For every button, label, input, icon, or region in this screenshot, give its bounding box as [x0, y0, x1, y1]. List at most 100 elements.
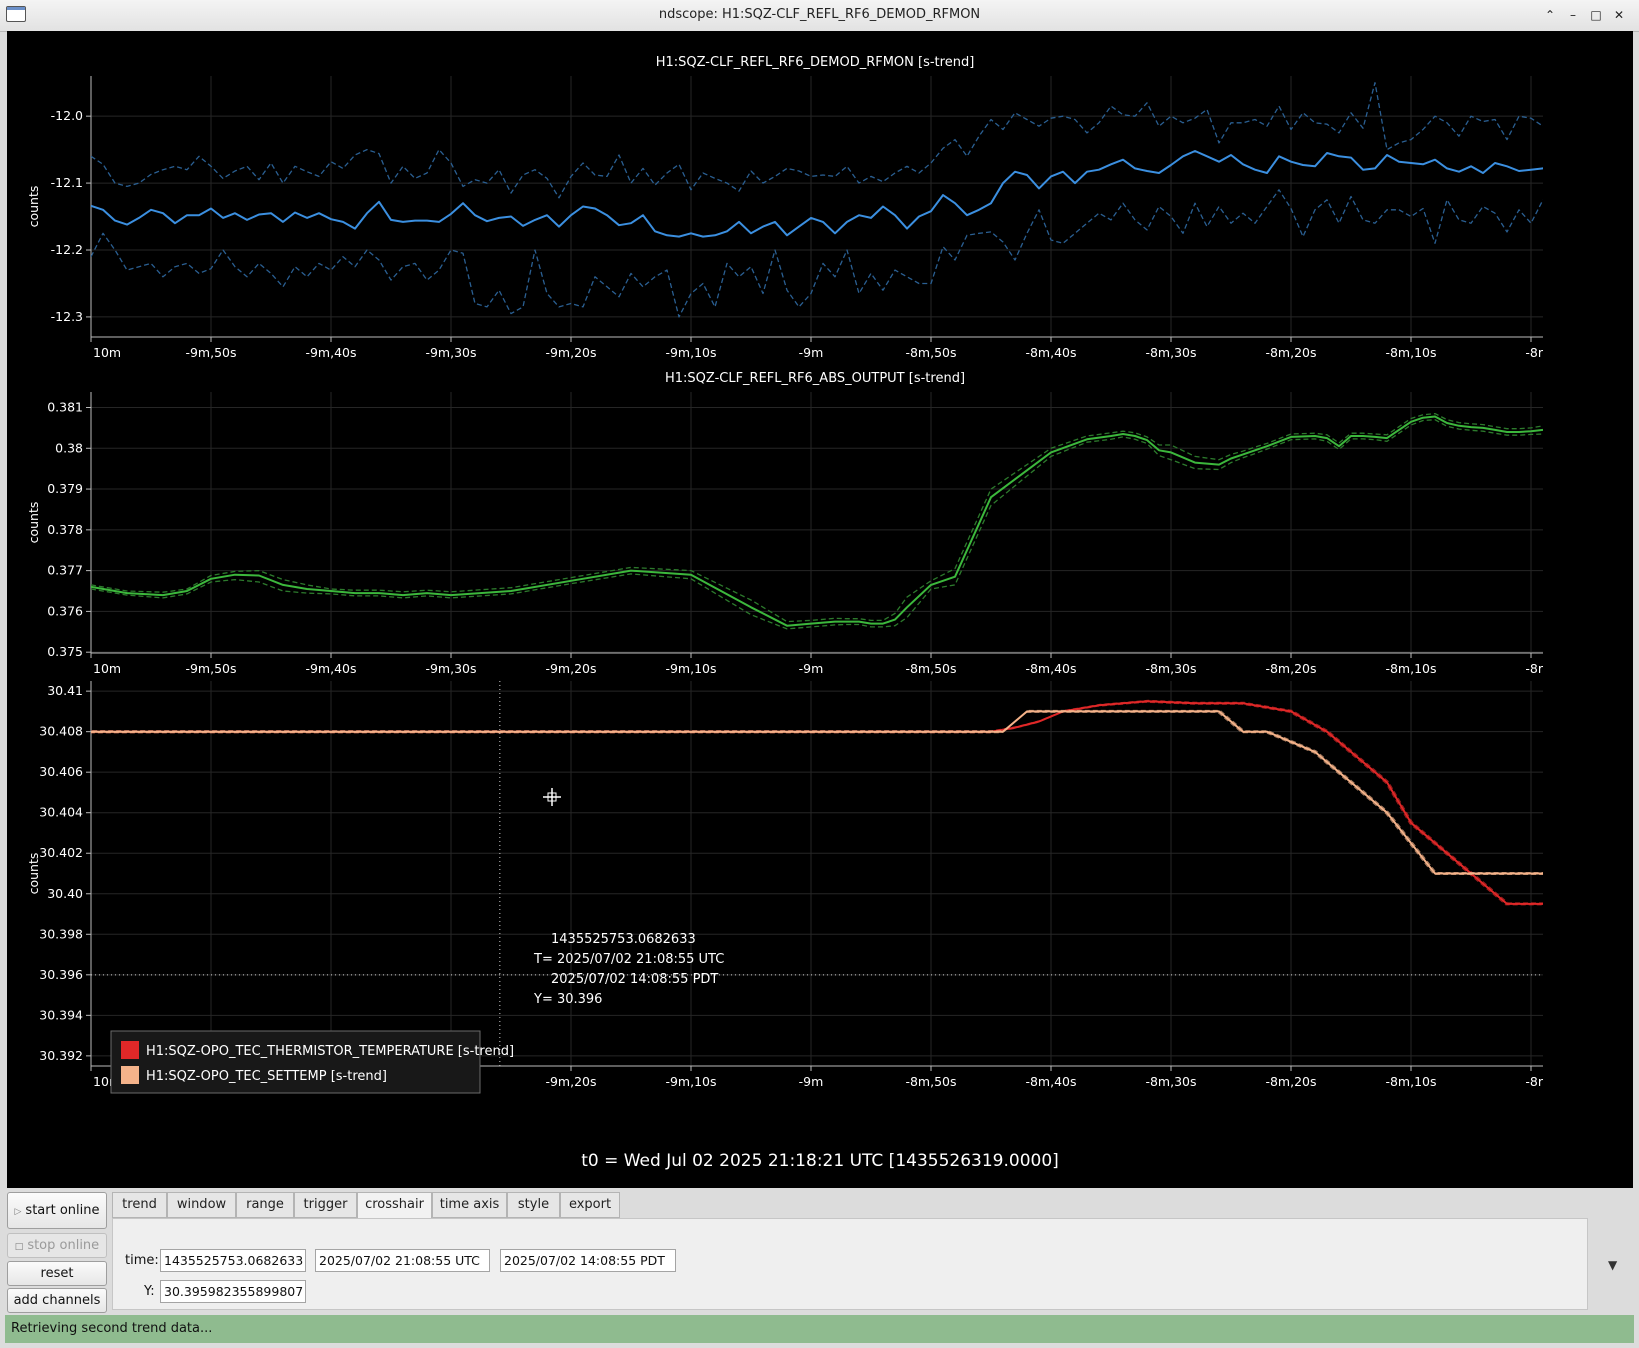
- x-tick-label: 10m: [93, 661, 121, 676]
- tab-style[interactable]: style: [507, 1192, 560, 1218]
- plot-area[interactable]: H1:SQZ-CLF_REFL_RF6_DEMOD_RFMON [s-trend…: [7, 31, 1633, 1188]
- x-tick-label: -8m,10s: [1385, 1074, 1436, 1089]
- x-tick-label: -9m,20s: [545, 345, 596, 360]
- series-line-thermistor-envelope: [92, 699, 1543, 904]
- y-tick-label: 30.396: [39, 967, 83, 982]
- x-tick-label: -8m,50s: [905, 345, 956, 360]
- legend[interactable]: H1:SQZ-OPO_TEC_THERMISTOR_TEMPERATURE [s…: [110, 1030, 514, 1094]
- x-tick-label: -8m,10s: [1385, 345, 1436, 360]
- plot-panel-opo-tec[interactable]: 10m-9m,50s-9m,40s-9m,30s-9m,20s-9m,10s-9…: [26, 681, 1633, 1089]
- x-tick-label: -9m,10s: [665, 345, 716, 360]
- crosshair-y-text: Y= 30.396: [533, 992, 602, 1007]
- add-channels-button[interactable]: add channels: [7, 1288, 107, 1313]
- window-titlebar: ndscope: H1:SQZ-CLF_REFL_RF6_DEMOD_RFMON…: [0, 0, 1639, 32]
- x-tick-label: -8m,40s: [1025, 661, 1076, 676]
- tab-trigger[interactable]: trigger: [294, 1192, 357, 1218]
- x-tick-label: -9m: [799, 661, 824, 676]
- x-tick-label: -9m,40s: [305, 345, 356, 360]
- series-line-settemp-envelope: [91, 711, 1543, 875]
- x-tick-label: -9m: [799, 1074, 824, 1089]
- y-tick-label: 30.408: [39, 724, 83, 739]
- maximize-icon[interactable]: □: [1586, 5, 1606, 25]
- x-tick-label: -8r: [1525, 1074, 1543, 1089]
- y-tick-label: 30.406: [39, 764, 83, 779]
- tab-trend[interactable]: trend: [112, 1192, 167, 1218]
- time-label: time:: [125, 1253, 159, 1268]
- close-icon[interactable]: ✕: [1609, 5, 1629, 25]
- x-tick-label: -9m,50s: [185, 345, 236, 360]
- move-cursor-icon: [543, 788, 561, 806]
- series-line-min: [91, 419, 1543, 630]
- x-tick-label: -9m: [799, 345, 824, 360]
- y-axis-label: counts: [26, 853, 41, 895]
- time-gps-field[interactable]: 1435525753.0682633: [160, 1249, 306, 1272]
- series-line-settemp-envelope: [92, 709, 1543, 873]
- start-online-button[interactable]: ▷ start online: [7, 1192, 107, 1229]
- plot-panel-rfmon[interactable]: H1:SQZ-CLF_REFL_RF6_DEMOD_RFMON [s-trend…: [26, 55, 1633, 360]
- play-icon: ▷: [14, 1207, 22, 1217]
- x-tick-label: -8m,30s: [1145, 661, 1196, 676]
- y-tick-label: 30.398: [39, 926, 83, 941]
- series-group: [91, 412, 1543, 630]
- y-tick-label: 0.378: [47, 522, 83, 537]
- crosshair-panel: time: 1435525753.0682633 2025/07/02 21:0…: [112, 1218, 1588, 1310]
- x-tick-label: -8m,20s: [1265, 1074, 1316, 1089]
- y-value-field[interactable]: 30.395982355899807: [160, 1280, 306, 1303]
- y-tick-label: 30.41: [47, 683, 83, 698]
- series-line-thermistor-envelope: [91, 701, 1543, 906]
- x-tick-label: -8r: [1525, 661, 1543, 676]
- x-tick-label: -8m,50s: [905, 661, 956, 676]
- y-tick-label: 0.375: [47, 644, 83, 659]
- y-tick-label: 0.377: [47, 563, 83, 578]
- reset-button[interactable]: reset: [7, 1261, 107, 1286]
- y-tick-label: -12.1: [51, 175, 83, 190]
- x-tick-label: -8m,10s: [1385, 661, 1436, 676]
- x-tick-label: -9m,30s: [425, 661, 476, 676]
- y-axis-label: counts: [26, 186, 41, 228]
- legend-label-thermistor: H1:SQZ-OPO_TEC_THERMISTOR_TEMPERATURE [s…: [146, 1044, 514, 1059]
- x-tick-label: -8m,30s: [1145, 345, 1196, 360]
- x-tick-label: -9m,20s: [545, 661, 596, 676]
- y-tick-label: 30.402: [39, 845, 83, 860]
- series-line-settemp: [91, 710, 1543, 875]
- x-tick-label: -8m,40s: [1025, 1074, 1076, 1089]
- crosshair: 1435525753.0682633 T= 2025/07/02 21:08:5…: [91, 681, 1543, 1066]
- x-tick-label: -9m,40s: [305, 661, 356, 676]
- y-tick-label: 30.394: [39, 1007, 83, 1022]
- time-pdt-field[interactable]: 2025/07/02 14:08:55 PDT: [500, 1249, 676, 1272]
- plots-canvas[interactable]: H1:SQZ-CLF_REFL_RF6_DEMOD_RFMON [s-trend…: [7, 31, 1633, 1188]
- x-tick-label: -9m,20s: [545, 1074, 596, 1089]
- tab-range[interactable]: range: [236, 1192, 294, 1218]
- collapse-arrow-icon[interactable]: ▼: [1608, 1258, 1617, 1272]
- tab-window[interactable]: window: [167, 1192, 236, 1218]
- crosshair-pdt-text: 2025/07/02 14:08:55 PDT: [551, 972, 718, 987]
- series-line-max: [91, 82, 1543, 199]
- start-online-label: start online: [25, 1203, 100, 1218]
- tab-export[interactable]: export: [560, 1192, 620, 1218]
- x-tick-label: 10m: [93, 345, 121, 360]
- y-tick-label: -12.0: [51, 108, 83, 123]
- time-utc-field[interactable]: 2025/07/02 21:08:55 UTC: [315, 1249, 490, 1272]
- plot-panel-abs-output[interactable]: H1:SQZ-CLF_REFL_RF6_ABS_OUTPUT [s-trend]…: [26, 371, 1544, 676]
- y-label: Y:: [144, 1284, 155, 1299]
- stop-online-label: stop online: [27, 1238, 100, 1253]
- x-tick-label: -8r: [1525, 345, 1543, 360]
- stop-online-button[interactable]: □ stop online: [7, 1233, 107, 1258]
- crosshair-utc-text: T= 2025/07/02 21:08:55 UTC: [533, 952, 724, 967]
- y-tick-label: -12.2: [51, 242, 83, 257]
- crosshair-gps-text: 1435525753.0682633: [551, 932, 696, 947]
- plot-title: H1:SQZ-CLF_REFL_RF6_ABS_OUTPUT [s-trend]: [665, 371, 965, 386]
- minimize-icon[interactable]: –: [1563, 5, 1583, 25]
- y-tick-label: 0.38: [55, 440, 83, 455]
- x-tick-label: -8m,20s: [1265, 661, 1316, 676]
- series-line-mean: [91, 150, 1543, 238]
- chevron-up-icon[interactable]: ⌃: [1540, 5, 1560, 25]
- series-line-max: [91, 412, 1543, 623]
- tab-crosshair[interactable]: crosshair: [357, 1192, 432, 1219]
- legend-swatch-thermistor: [121, 1041, 139, 1059]
- x-tick-label: -9m,10s: [665, 1074, 716, 1089]
- y-tick-label: 30.392: [39, 1048, 83, 1063]
- x-tick-label: -8m,20s: [1265, 345, 1316, 360]
- series-group: [91, 82, 1543, 318]
- tab-time-axis[interactable]: time axis: [432, 1192, 507, 1218]
